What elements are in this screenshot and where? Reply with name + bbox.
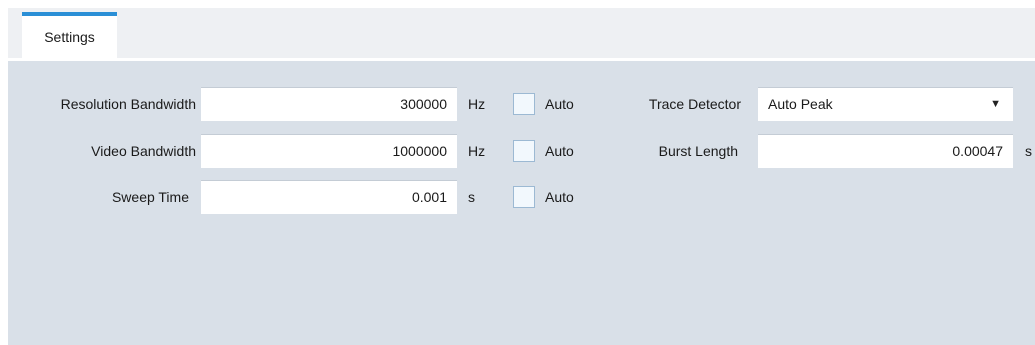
video-bandwidth-auto-checkbox[interactable] (513, 140, 535, 162)
resolution-bandwidth-auto-label: Auto (545, 96, 574, 112)
burst-length-label: Burst Length (658, 143, 738, 159)
resolution-bandwidth-unit: Hz (468, 96, 486, 112)
resolution-bandwidth-input[interactable]: 300000 (201, 87, 457, 121)
tab-settings[interactable]: Settings (22, 12, 117, 58)
resolution-bandwidth-auto-checkbox[interactable] (513, 93, 535, 115)
sweep-time-auto-label: Auto (545, 189, 574, 205)
sweep-time-input[interactable]: 0.001 (201, 180, 457, 214)
burst-length-input[interactable]: 0.00047 (758, 134, 1013, 168)
triangle-down-icon: ▼ (990, 98, 1001, 110)
video-bandwidth-label: Video Bandwidth (91, 143, 196, 159)
trace-detector-select[interactable]: Auto Peak ▼ (758, 87, 1013, 121)
burst-length-unit: s (1025, 143, 1032, 159)
trace-detector-value: Auto Peak (768, 96, 833, 112)
video-bandwidth-input[interactable]: 1000000 (201, 134, 457, 168)
sweep-time-label: Sweep Time (111, 189, 189, 205)
trace-detector-label: Trace Detector (648, 96, 741, 112)
settings-panel: Resolution Bandwidth 300000 Hz Auto Vide… (8, 61, 1035, 345)
tab-bar: Settings (8, 8, 1035, 58)
sweep-time-auto-checkbox[interactable] (513, 186, 535, 208)
sweep-time-unit: s (468, 189, 475, 205)
tab-settings-label: Settings (44, 29, 95, 45)
resolution-bandwidth-label: Resolution Bandwidth (60, 96, 196, 112)
video-bandwidth-auto-label: Auto (545, 143, 574, 159)
video-bandwidth-unit: Hz (468, 143, 486, 159)
